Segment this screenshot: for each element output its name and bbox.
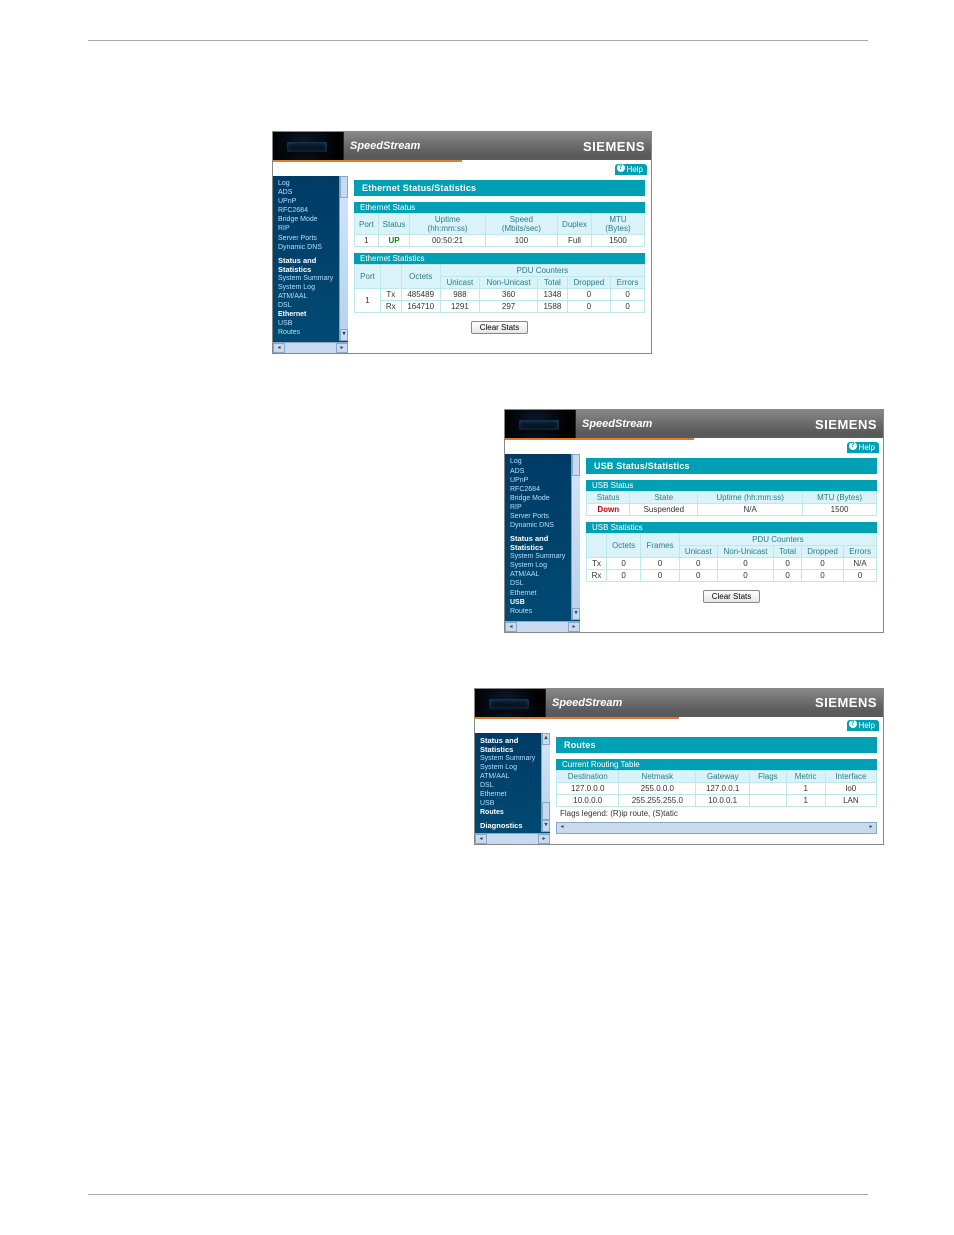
table-row: 1 Tx 485489 988 360 1348 0 0	[355, 289, 645, 301]
clear-stats-button[interactable]: Clear Stats	[471, 321, 529, 334]
col-uptime: Uptime (hh:mm:ss)	[410, 214, 485, 235]
bottom-rule	[88, 1194, 868, 1195]
sidebar-item-ddns[interactable]: Dynamic DNS	[510, 521, 580, 530]
sidebar-item-ads[interactable]: ADS	[510, 467, 580, 476]
brand-company: SIEMENS	[815, 417, 877, 432]
ethernet-status-table: Port Status Uptime (hh:mm:ss) Speed (Mbi…	[354, 213, 645, 247]
usb-statistics-header: USB Statistics	[586, 522, 877, 533]
usb-status-header: USB Status	[586, 480, 877, 491]
sidebar-item-rfc2684[interactable]: RFC2684	[510, 485, 580, 494]
sidebar-section-diagnostics: Diagnostics	[480, 821, 550, 830]
help-link[interactable]: Help	[615, 164, 647, 175]
table-row: 127.0.0.0 255.0.0.0 127.0.0.1 1 lo0	[557, 782, 877, 794]
table-row: 1 UP 00:50:21 100 Full 1500	[355, 235, 645, 247]
brand-product: SpeedStream	[582, 418, 652, 430]
sidebar-item-ethernet[interactable]: Ethernet	[480, 790, 550, 799]
sidebar-item-routes[interactable]: Routes	[278, 328, 348, 337]
sidebar-section-status: Status and Statistics	[510, 534, 580, 552]
sidebar-vscroll[interactable]: ▴▾	[541, 733, 550, 833]
ethernet-statistics-header: Ethernet Statistics	[354, 253, 645, 264]
sidebar-item-summary[interactable]: System Summary	[278, 274, 348, 283]
sidebar-item-rip[interactable]: RIP	[278, 224, 348, 233]
screenshot-routes: SpeedStream SIEMENS Help Status and Stat…	[474, 688, 884, 846]
table-row: Rx 164710 1291 297 1588 0 0	[355, 301, 645, 313]
help-link[interactable]: Help	[847, 442, 879, 453]
sidebar-item-summary[interactable]: System Summary	[510, 552, 580, 561]
clear-stats-button[interactable]: Clear Stats	[703, 590, 761, 603]
col-duplex: Duplex	[558, 214, 592, 235]
sidebar-section-status: Status and Statistics	[480, 736, 550, 754]
sidebar-item-rip[interactable]: RIP	[510, 503, 580, 512]
sidebar-hscroll[interactable]: ◂▸	[505, 621, 580, 632]
sidebar-item-usb[interactable]: USB	[278, 319, 348, 328]
sidebar: Log ADS UPnP RFC2684 Bridge Mode RIP Ser…	[505, 454, 580, 631]
ethernet-status-header: Ethernet Status	[354, 202, 645, 213]
table-row: Tx 0 0 0 0 0 0 N/A	[587, 558, 877, 570]
table-row: 10.0.0.0 255.255.255.0 10.0.0.1 1 LAN	[557, 794, 877, 806]
flags-legend: Flags legend: (R)ip route, (S)tatic	[556, 807, 877, 820]
sidebar-item-log[interactable]: Log	[510, 457, 580, 466]
sidebar-item-dsl[interactable]: DSL	[480, 781, 550, 790]
sidebar-item-ethernet[interactable]: Ethernet	[278, 310, 348, 319]
table-row: Rx 0 0 0 0 0 0 0	[587, 570, 877, 582]
page-title: Routes	[556, 737, 877, 753]
device-image	[273, 132, 344, 160]
sidebar-item-ddns[interactable]: Dynamic DNS	[278, 243, 348, 252]
col-speed: Speed (Mbits/sec)	[485, 214, 557, 235]
sidebar-section-status: Status and Statistics	[278, 256, 348, 274]
sidebar-item-atm[interactable]: ATM/AAL	[278, 292, 348, 301]
ethernet-statistics-table: Port Octets PDU Counters Unicast Non-Uni…	[354, 264, 645, 313]
brand-product: SpeedStream	[350, 140, 420, 152]
sidebar-item-bridge[interactable]: Bridge Mode	[278, 215, 348, 224]
sidebar-item-bridge[interactable]: Bridge Mode	[510, 494, 580, 503]
routing-table: Destination Netmask Gateway Flags Metric…	[556, 770, 877, 807]
device-image	[505, 410, 576, 438]
brand-company: SIEMENS	[815, 695, 877, 710]
device-image	[475, 689, 546, 717]
sidebar-item-routes[interactable]: Routes	[480, 808, 550, 817]
sidebar-item-usb[interactable]: USB	[480, 799, 550, 808]
usb-statistics-table: Octets Frames PDU Counters Unicast Non-U…	[586, 533, 877, 582]
sidebar-item-ads[interactable]: ADS	[278, 188, 348, 197]
help-link[interactable]: Help	[847, 720, 879, 731]
sidebar-item-summary[interactable]: System Summary	[480, 754, 550, 763]
col-port: Port	[355, 214, 379, 235]
sidebar-hscroll[interactable]: ◂▸	[273, 342, 348, 353]
sidebar-item-server-ports[interactable]: Server Ports	[510, 512, 580, 521]
sidebar-item-syslog[interactable]: System Log	[510, 561, 580, 570]
sidebar: Log ADS UPnP RFC2684 Bridge Mode RIP Ser…	[273, 176, 348, 353]
sidebar-item-atm[interactable]: ATM/AAL	[480, 772, 550, 781]
sidebar-vscroll[interactable]: ▴▾	[571, 454, 580, 619]
routing-table-header: Current Routing Table	[556, 759, 877, 770]
usb-status-table: Status State Uptime (hh:mm:ss) MTU (Byte…	[586, 491, 877, 516]
brand-product: SpeedStream	[552, 697, 622, 709]
top-rule	[88, 40, 868, 41]
sidebar-item-syslog[interactable]: System Log	[480, 763, 550, 772]
screenshot-usb: SpeedStream SIEMENS Help Log ADS UPnP RF…	[504, 409, 884, 632]
sidebar-item-ethernet[interactable]: Ethernet	[510, 589, 580, 598]
table-row: Down Suspended N/A 1500	[587, 504, 877, 516]
sidebar-item-upnp[interactable]: UPnP	[278, 197, 348, 206]
sidebar-item-syslog[interactable]: System Log	[278, 283, 348, 292]
col-status: Status	[378, 214, 410, 235]
sidebar-vscroll[interactable]: ▴▾	[339, 176, 348, 341]
sidebar-item-atm[interactable]: ATM/AAL	[510, 570, 580, 579]
page-title: Ethernet Status/Statistics	[354, 180, 645, 196]
sidebar: Status and Statistics System Summary Sys…	[475, 733, 550, 845]
screenshot-ethernet: SpeedStream SIEMENS Help Log ADS UPnP RF…	[272, 131, 652, 354]
sidebar-item-rfc2684[interactable]: RFC2684	[278, 206, 348, 215]
col-mtu: MTU (Bytes)	[591, 214, 644, 235]
sidebar-item-log[interactable]: Log	[278, 179, 348, 188]
sidebar-item-routes[interactable]: Routes	[510, 607, 580, 616]
brand-company: SIEMENS	[583, 139, 645, 154]
sidebar-item-upnp[interactable]: UPnP	[510, 476, 580, 485]
sidebar-hscroll[interactable]: ◂▸	[475, 833, 550, 844]
sidebar-item-dsl[interactable]: DSL	[278, 301, 348, 310]
sidebar-item-usb[interactable]: USB	[510, 598, 580, 607]
content-hscroll[interactable]: ◂▸	[556, 822, 877, 834]
page-title: USB Status/Statistics	[586, 458, 877, 474]
sidebar-item-dsl[interactable]: DSL	[510, 579, 580, 588]
sidebar-item-server-ports[interactable]: Server Ports	[278, 234, 348, 243]
